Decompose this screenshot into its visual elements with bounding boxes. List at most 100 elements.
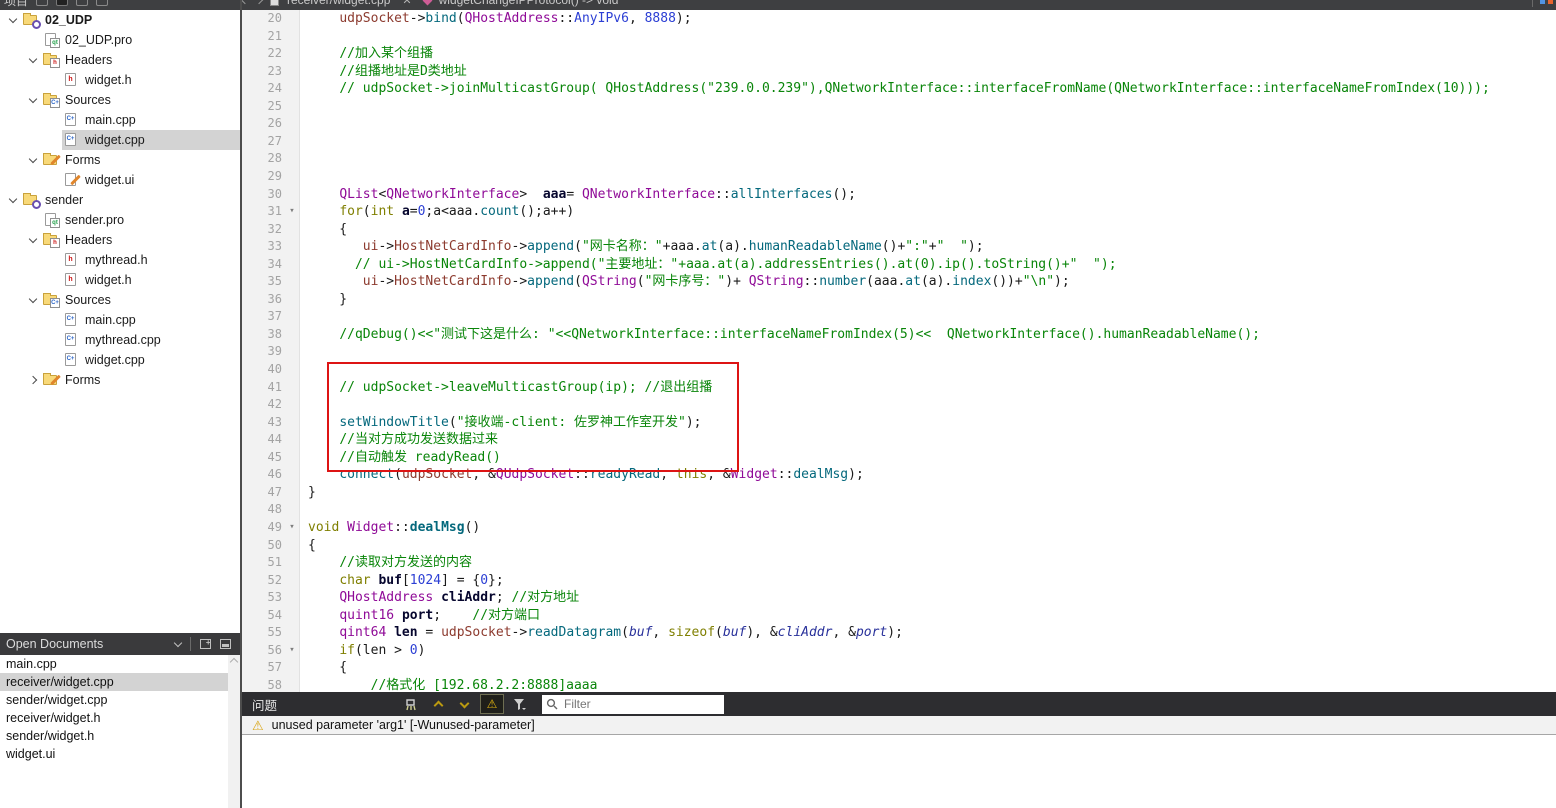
code-line: 32 { [242, 221, 1556, 239]
line-number: 28 [267, 151, 282, 166]
open-doc-widget.ui[interactable]: widget.ui [0, 745, 228, 763]
folder-cpp-icon: C+ [43, 93, 60, 108]
chevron-down-icon[interactable] [24, 294, 42, 304]
annotation-icon[interactable] [1548, 0, 1553, 4]
file-icon [270, 0, 279, 6]
line-number: 25 [267, 98, 282, 113]
issues-title: 问题 [252, 698, 278, 713]
fold-marker-icon[interactable]: ▾ [286, 203, 298, 221]
file-cpp-icon: C+ [63, 133, 79, 147]
tree-item-label: mythread.cpp [85, 333, 161, 347]
tree-item-widget.ui[interactable]: widget.ui [0, 170, 240, 190]
line-number: 43 [267, 414, 282, 429]
issue-row-warning[interactable]: ⚠ unused parameter 'arg1' [-Wunused-para… [242, 716, 1556, 735]
code-line: 49 ▾ void Widget::dealMsg() [242, 519, 1556, 537]
open-doc-receiver-widget.cpp[interactable]: receiver/widget.cpp [0, 673, 228, 691]
line-number: 22 [267, 46, 282, 61]
chevron-down-icon[interactable] [24, 94, 42, 104]
code-line: 48 [242, 501, 1556, 519]
chevron-down-icon[interactable] [24, 234, 42, 244]
tree-item-Sources[interactable]: C+ Sources [0, 90, 240, 110]
tree-item-widget.h[interactable]: h widget.h [0, 70, 240, 90]
project-icon [23, 13, 41, 29]
code-editor[interactable]: 20 udpSocket->bind(QHostAddress::AnyIPv6… [242, 10, 1556, 692]
code-line: 20 udpSocket->bind(QHostAddress::AnyIPv6… [242, 10, 1556, 28]
split-icon[interactable] [76, 0, 89, 6]
scroll-up-icon[interactable] [229, 657, 239, 667]
close-pane-icon[interactable] [216, 636, 234, 652]
projects-pane-title: 项目 [4, 0, 29, 8]
tree-item-02_UDP[interactable]: 02_UDP [0, 10, 240, 30]
open-doc-receiver-widget.h[interactable]: receiver/widget.h [0, 709, 228, 727]
tree-item-widget.cpp[interactable]: C+ widget.cpp [0, 350, 240, 370]
tree-item-Headers[interactable]: h Headers [0, 50, 240, 70]
code-line: 37 [242, 308, 1556, 326]
close-pane-icon[interactable] [96, 0, 109, 6]
annotation-red-box [327, 362, 739, 472]
filter-icon[interactable] [36, 0, 49, 6]
next-item-icon[interactable] [454, 695, 474, 713]
code-line: 21 [242, 28, 1556, 46]
line-number: 49 [267, 519, 282, 534]
line-number: 38 [267, 326, 282, 341]
split-pane-icon[interactable] [196, 636, 214, 652]
project-tree: 02_UDP qt 02_UDP.pro h Headers h widget.h C+ Sou… [0, 10, 240, 390]
separator [1532, 0, 1533, 7]
open-doc-sender-widget.h[interactable]: sender/widget.h [0, 727, 228, 745]
tree-item-02_UDP.pro[interactable]: qt 02_UDP.pro [0, 30, 240, 50]
project-icon [23, 193, 41, 209]
pane-select-dropdown[interactable] [169, 636, 187, 652]
code-line: 53 QHostAddress cliAddr; //对方地址 [242, 589, 1556, 607]
open-file-label[interactable]: receiver/widget.cpp [287, 0, 390, 7]
tree-item-main.cpp[interactable]: C+ main.cpp [0, 310, 240, 330]
filter-funnel-icon[interactable] [510, 695, 530, 713]
tree-item-label: widget.ui [85, 173, 135, 187]
back-icon[interactable] [240, 0, 250, 5]
fold-marker-icon[interactable]: ▾ [286, 519, 298, 537]
code-line: 25 [242, 98, 1556, 116]
open-documents-scrollbar[interactable] [228, 655, 240, 808]
tree-item-label: Forms [65, 153, 101, 167]
tree-item-Forms[interactable]: Forms [0, 150, 240, 170]
symbol-dropdown[interactable]: widgetChangeIPProtocol() -> void [439, 0, 619, 7]
code-line: 54 quint16 port; //对方端口 [242, 607, 1556, 625]
clean-icon[interactable] [402, 695, 422, 713]
show-warnings-toggle[interactable]: ⚠ [480, 694, 504, 714]
tree-item-Sources[interactable]: C+ Sources [0, 290, 240, 310]
profile-icon: qt [43, 213, 60, 228]
chevron-down-icon[interactable] [24, 154, 42, 164]
tree-item-label: sender [45, 193, 84, 207]
tree-item-label: Sources [65, 93, 111, 107]
chevron-down-icon[interactable] [24, 54, 42, 64]
code-line: 51 //读取对方发送的内容 [242, 554, 1556, 572]
code-area[interactable]: 20 udpSocket->bind(QHostAddress::AnyIPv6… [242, 10, 1556, 692]
tree-item-widget.h[interactable]: h widget.h [0, 270, 240, 290]
chevron-down-icon[interactable] [4, 14, 22, 24]
tree-item-label: mythread.h [85, 253, 148, 267]
line-number: 54 [267, 607, 282, 622]
tree-item-Forms[interactable]: Forms [0, 370, 240, 390]
line-number: 51 [267, 555, 282, 570]
fold-marker-icon[interactable]: ▾ [286, 642, 298, 660]
line-number: 45 [267, 449, 282, 464]
close-document-icon[interactable]: ✕ [398, 0, 415, 7]
tree-item-mythread.h[interactable]: h mythread.h [0, 250, 240, 270]
filter-input[interactable] [562, 696, 720, 712]
tree-item-widget.cpp[interactable]: C+ widget.cpp [0, 130, 240, 150]
forward-icon[interactable] [254, 0, 264, 5]
tree-item-Headers[interactable]: h Headers [0, 230, 240, 250]
tree-item-main.cpp[interactable]: C+ main.cpp [0, 110, 240, 130]
open-doc-sender-widget.cpp[interactable]: sender/widget.cpp [0, 691, 228, 709]
sync-with-editor-icon[interactable] [56, 0, 69, 6]
chevron-down-icon[interactable] [4, 194, 22, 204]
tree-item-sender[interactable]: sender [0, 190, 240, 210]
line-number: 39 [267, 344, 282, 359]
tree-item-sender.pro[interactable]: qt sender.pro [0, 210, 240, 230]
previous-item-icon[interactable] [428, 695, 448, 713]
chevron-right-icon[interactable] [24, 375, 42, 385]
tree-item-mythread.cpp[interactable]: C+ mythread.cpp [0, 330, 240, 350]
open-doc-main.cpp[interactable]: main.cpp [0, 655, 228, 673]
open-documents-title: Open Documents [6, 637, 104, 651]
annotation-icon[interactable] [1540, 0, 1545, 4]
line-number: 41 [267, 379, 282, 394]
